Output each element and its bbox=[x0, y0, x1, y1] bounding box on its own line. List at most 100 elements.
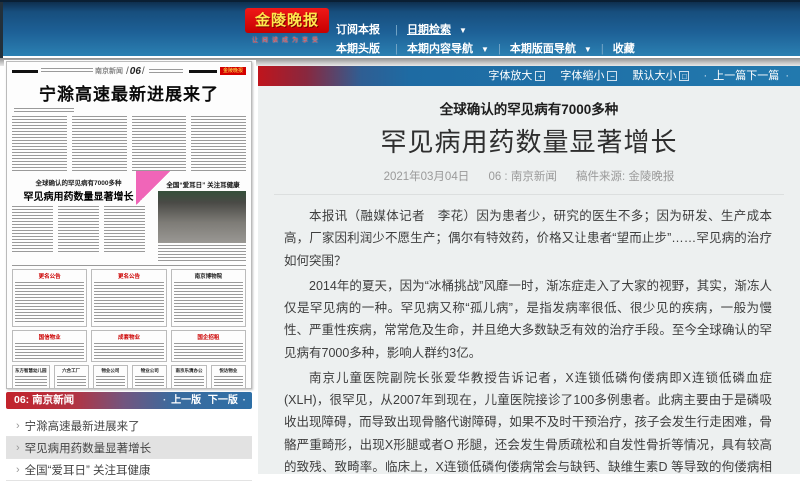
article-date: 2021年03月04日 bbox=[383, 171, 470, 183]
thumb-ad-title: 物业公司 bbox=[140, 368, 159, 373]
header-left-edge bbox=[0, 2, 3, 58]
thumb-ad-title: 国企招租 bbox=[197, 335, 220, 341]
thumb-ad-box: 物业公司 bbox=[92, 365, 129, 388]
article-list-item[interactable]: › 宁滁高速最新进展来了 bbox=[6, 415, 252, 437]
thumb-text-column bbox=[104, 206, 145, 252]
thumb-mini-logo: 金陵晚报 bbox=[220, 67, 246, 75]
thumb-ad-box: 南京博物院 bbox=[170, 269, 246, 327]
article-list-item-active[interactable]: › 罕见病用药数量显著增长 bbox=[6, 437, 252, 459]
thumb-story3-headline[interactable]: 全国“爱耳日” 关注耳健康 bbox=[160, 179, 246, 189]
thumb-ads-row1: 更名公告 更名公告 南京博物院 bbox=[12, 269, 246, 327]
nav-date-search[interactable]: 日期检索 bbox=[407, 24, 451, 36]
thumb-ad-box: 物业公司 bbox=[132, 365, 168, 388]
thumb-story2-kicker: 全球确认的罕见病有7000多种 bbox=[35, 180, 122, 187]
newspaper-page-thumbnail[interactable]: 南京新闻 / 06 / 金陵晚报 宁滁高速最新进展来了 全球确认的罕见病有700… bbox=[6, 61, 252, 389]
prev-article-link[interactable]: 上一篇 bbox=[713, 70, 746, 82]
next-page-link[interactable]: 下一版 bbox=[208, 395, 238, 406]
article-kicker: 全球确认的罕见病有7000多种 bbox=[439, 102, 619, 117]
font-default-icon[interactable]: □ bbox=[679, 71, 690, 82]
thumb-ads-row3: 东方智慧幼儿园 六合工厂 物业公司 物业公司 南京乐清办公 悦达物业 bbox=[12, 365, 246, 388]
article-body: 本报讯（融媒体记者 李花）因为患者少，研究的医生不多；因为研发、生产成本高，厂家… bbox=[258, 205, 800, 474]
thumb-ad-text bbox=[173, 282, 243, 324]
page-bar: 06: 南京新闻 · 上一版 下一版 · bbox=[6, 392, 252, 409]
thumb-ad-title: 悦达物业 bbox=[219, 368, 238, 373]
article-toolbar: 字体放大 + 字体缩小 − 默认大小 □ · 上一篇下一篇 · bbox=[258, 66, 800, 86]
nav-front-page[interactable]: 本期头版 bbox=[336, 43, 380, 55]
article-section: 06 : 南京新闻 bbox=[488, 171, 557, 183]
header-nav-row2: 本期头版 | 本期内容导航 ▼ | 本期版面导航 ▼ | 收藏 bbox=[336, 40, 641, 56]
thumb-ad-text bbox=[56, 376, 86, 388]
article-paragraph: 本报讯（融媒体记者 李花）因为患者少，研究的医生不多；因为研发、生产成本高，厂家… bbox=[284, 209, 772, 268]
thumb-text-column bbox=[71, 116, 127, 172]
chevron-down-icon: ▼ bbox=[458, 26, 467, 35]
nav-subscribe[interactable]: 订阅本报 bbox=[336, 24, 380, 36]
article-list-item[interactable]: › 全国“爱耳日” 关注耳健康 bbox=[6, 459, 252, 481]
article-title: 罕见病用药数量显著增长 bbox=[380, 127, 678, 157]
nav-divider: | bbox=[600, 43, 604, 55]
thumb-ad-text bbox=[213, 376, 243, 388]
thumb-ad-title: 南京乐清办公 bbox=[175, 368, 203, 373]
thumb-text-column bbox=[131, 116, 187, 172]
thumb-story2: 全球确认的罕见病有7000多种 罕见病用药数量显著增长 全国“爱耳日” 关注耳健… bbox=[12, 171, 246, 261]
nav-layout-nav[interactable]: 本期版面导航 bbox=[510, 43, 576, 55]
nav-divider: | bbox=[395, 43, 398, 55]
nav-favorite[interactable]: 收藏 bbox=[613, 43, 635, 55]
font-decrease-button[interactable]: 字体缩小 bbox=[560, 70, 604, 82]
prev-page-link[interactable]: 上一版 bbox=[171, 395, 201, 406]
left-panel: 南京新闻 / 06 / 金陵晚报 宁滁高速最新进展来了 全球确认的罕见病有700… bbox=[4, 60, 256, 481]
thumb-section-name: 南京新闻 bbox=[95, 68, 123, 75]
chevron-down-icon: ▼ bbox=[480, 45, 489, 54]
thumb-page-header: 南京新闻 / 06 / 金陵晚报 bbox=[12, 65, 246, 77]
font-decrease-icon[interactable]: − bbox=[607, 71, 618, 82]
thumb-ad-text bbox=[15, 376, 47, 388]
thumb-ad-title: 东方智慧幼儿园 bbox=[15, 368, 47, 373]
thumb-story2-headline[interactable]: 罕见病用药数量显著增长 bbox=[12, 188, 145, 203]
header-nav-row1: 订阅本报 | 日期检索 ▼ bbox=[336, 21, 467, 37]
font-increase-icon[interactable]: + bbox=[535, 71, 546, 82]
thumb-ad-title: 六合工厂 bbox=[62, 368, 81, 373]
thumb-ad-text bbox=[94, 343, 164, 359]
thumb-slash: / bbox=[141, 65, 145, 77]
ribbon-badge bbox=[136, 171, 170, 205]
article-paragraph: 2014年的夏天，因为“冰桶挑战”风靡一时，渐冻症走入了大家的视野，其实，渐冻人… bbox=[284, 278, 772, 360]
thumb-headline-main[interactable]: 宁滁高速最新进展来了 bbox=[12, 80, 246, 105]
thumb-ad-title: 南京博物院 bbox=[194, 274, 223, 280]
thumb-text-column bbox=[12, 116, 67, 172]
nav-divider: | bbox=[395, 24, 398, 36]
thumb-ad-title: 更名公告 bbox=[38, 274, 61, 280]
site-header: 金陵晚报 让阅读成为享受 订阅本报 | 日期检索 ▼ 本期头版 | 本期内容导航 ▼… bbox=[0, 0, 800, 58]
thumb-ad-title: 成套物业 bbox=[117, 335, 140, 341]
thumb-ad-title: 更名公告 bbox=[117, 274, 140, 280]
newspaper-slogan: 让阅读成为享受 bbox=[251, 38, 322, 44]
thumb-ad-text bbox=[173, 343, 243, 359]
thumb-story2-columns bbox=[12, 206, 145, 252]
font-increase-button[interactable]: 字体放大 bbox=[488, 70, 532, 82]
thumb-slash: / bbox=[126, 65, 129, 77]
thumb-ad-box: 南京乐清办公 bbox=[171, 365, 207, 388]
thumb-rule bbox=[188, 69, 217, 73]
nav-content-nav[interactable]: 本期内容导航 bbox=[407, 43, 473, 55]
dot-separator: · bbox=[785, 70, 789, 82]
thumb-contact-text bbox=[41, 68, 93, 74]
thumb-ad-box: 成套物业 bbox=[91, 330, 167, 362]
thumb-ad-title: 国信物业 bbox=[38, 335, 61, 341]
thumb-ads-row2: 国信物业 成套物业 国企招租 bbox=[12, 330, 246, 362]
thumb-ad-text bbox=[95, 376, 126, 388]
thumb-ad-box: 六合工厂 bbox=[53, 365, 89, 388]
thumb-ad-text bbox=[94, 282, 164, 324]
font-default-button[interactable]: 默认大小 bbox=[632, 70, 676, 82]
article-list-item-label: 罕见病用药数量显著增长 bbox=[24, 442, 152, 455]
thumb-byline bbox=[14, 108, 74, 112]
thumb-ad-box: 更名公告 bbox=[91, 269, 167, 327]
dot-separator: · bbox=[703, 70, 708, 82]
page-bar-nav: · 上一版 下一版 · bbox=[163, 392, 246, 409]
next-article-link[interactable]: 下一篇 bbox=[746, 70, 779, 82]
newspaper-logo[interactable]: 金陵晚报 让阅读成为享受 bbox=[245, 8, 329, 44]
thumb-ad-title: 物业公司 bbox=[101, 368, 120, 373]
thumb-page-number: 06 bbox=[129, 65, 141, 77]
article-divider bbox=[274, 194, 784, 195]
article-source: 稿件来源: 金陵晚报 bbox=[576, 171, 675, 183]
thumb-ad-box: 东方智慧幼儿园 bbox=[12, 365, 50, 388]
thumb-ad-text bbox=[174, 376, 204, 388]
thumb-story3: 全国“爱耳日” 关注耳健康 bbox=[136, 171, 246, 261]
